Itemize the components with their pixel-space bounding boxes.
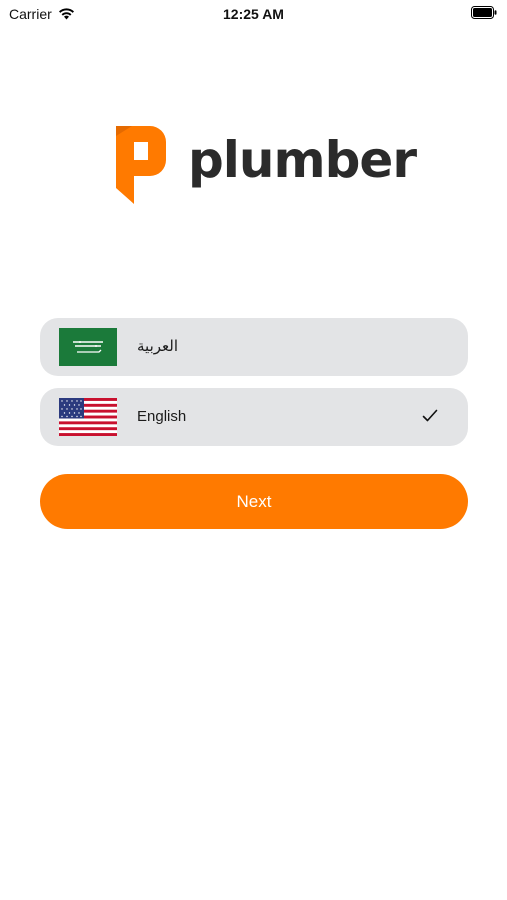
language-option-arabic[interactable]: العربية <box>40 318 468 376</box>
status-time: 12:25 AM <box>223 6 284 22</box>
next-button[interactable]: Next <box>40 474 468 529</box>
plumber-logo-icon <box>116 126 166 204</box>
language-label-english: English <box>137 408 187 425</box>
language-option-english[interactable]: English <box>40 388 468 446</box>
checkmark-icon <box>422 409 438 422</box>
battery-icon <box>471 6 497 19</box>
saudi-arabia-flag-icon <box>59 328 117 366</box>
logo-wordmark: plumber <box>188 131 417 189</box>
united-states-flag-icon <box>59 398 117 436</box>
status-bar: Carrier 12:25 AM <box>0 0 507 28</box>
language-label-arabic: العربية <box>137 338 178 355</box>
app-logo: plumber <box>110 124 417 204</box>
